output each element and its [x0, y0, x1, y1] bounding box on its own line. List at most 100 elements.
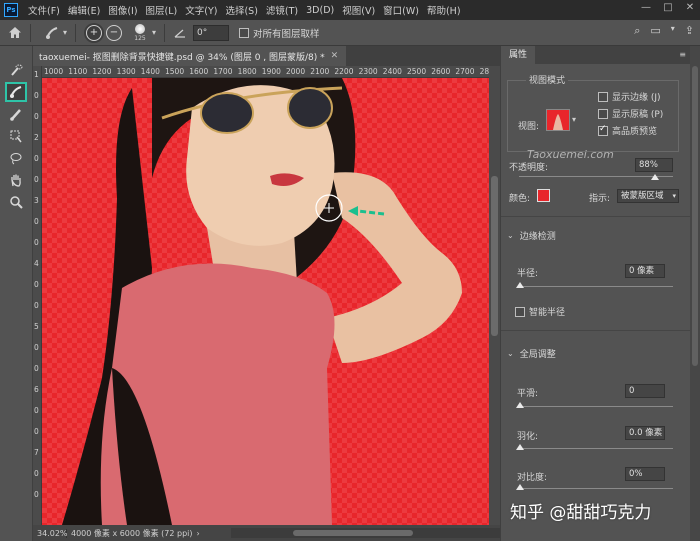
contrast-input[interactable]: 0% — [625, 467, 665, 481]
sample-all-layers-checkbox[interactable] — [239, 27, 249, 38]
edge-detection-section-header[interactable]: ⌄ 边缘检测 — [507, 229, 556, 242]
angle-input[interactable]: 0° — [193, 24, 229, 41]
workspace-icon[interactable]: ▭ — [650, 24, 660, 38]
document-title: taoxuemei- 抠图删除背景快捷键.psd @ 34% (图层 0 , 图… — [39, 52, 325, 63]
brush-tip-icon — [135, 23, 145, 34]
separator — [164, 23, 165, 42]
menu-3d[interactable]: 3D(D) — [302, 5, 338, 16]
home-icon[interactable] — [6, 24, 24, 42]
menu-view[interactable]: 视图(V) — [338, 3, 379, 17]
refine-edge-brush-preset-icon[interactable] — [43, 24, 61, 42]
share-icon[interactable]: ⇪ — [685, 24, 694, 38]
refine-edge-brush-tool-icon[interactable] — [5, 82, 27, 102]
menu-window[interactable]: 窗口(W) — [379, 3, 423, 17]
divider — [501, 330, 691, 331]
author-watermark: 知乎 @甜甜巧克力 — [510, 503, 652, 523]
expand-detection-area-button[interactable]: + — [86, 24, 102, 41]
feather-slider-knob[interactable] — [516, 444, 524, 450]
zoom-tool-icon[interactable] — [5, 192, 27, 212]
chevron-down-icon[interactable]: ▾ — [150, 24, 158, 42]
global-refinements-section-header[interactable]: ⌄ 全局调整 — [507, 347, 556, 360]
zoom-level[interactable]: 34.02% — [33, 528, 68, 538]
close-icon[interactable]: ✕ — [331, 51, 339, 61]
opacity-slider-knob[interactable] — [650, 174, 659, 180]
menu-type[interactable]: 文字(Y) — [181, 3, 221, 17]
ruler-tick-label: 2500 — [407, 67, 427, 76]
scrollbar-thumb[interactable] — [692, 66, 698, 366]
ruler-tick-label: 1700 — [213, 67, 233, 76]
chevron-down-icon: ⌄ — [507, 349, 514, 358]
restore-original-edge-button[interactable]: − — [106, 24, 122, 41]
feather-input[interactable]: 0.0 像素 — [625, 426, 665, 440]
ruler-tick-label: 3 — [34, 196, 39, 205]
show-edge-label: 显示边缘 (J) — [612, 93, 661, 103]
canvas-vertical-scrollbar[interactable] — [489, 66, 500, 525]
smooth-input[interactable]: 0 — [625, 384, 665, 398]
canvas-horizontal-scrollbar[interactable] — [231, 528, 501, 538]
ruler-tick-label: 0 — [34, 91, 39, 100]
menu-help[interactable]: 帮助(H) — [423, 3, 465, 17]
ruler-tick-label: 1000 — [44, 67, 64, 76]
horizontal-ruler: 1000 1100 1200 1300 1400 1500 1600 1700 1800 1900… — [42, 66, 489, 78]
edge-detection-title: 边缘检测 — [519, 232, 556, 242]
menu-edit[interactable]: 编辑(E) — [64, 3, 104, 17]
chevron-down-icon[interactable]: ▾ — [671, 24, 675, 38]
ruler-tick-label: 7 — [34, 448, 39, 457]
ruler-tick-label: 0 — [34, 112, 39, 121]
show-edge-checkbox[interactable] — [598, 92, 608, 102]
ruler-tick-label: 2700 — [455, 67, 475, 76]
show-original-checkbox[interactable] — [598, 109, 608, 119]
color-label: 颜色: — [509, 194, 531, 204]
overlay-color-swatch[interactable] — [537, 189, 550, 202]
ruler-tick-label: 0 — [34, 469, 39, 478]
menu-select[interactable]: 选择(S) — [221, 3, 261, 17]
smooth-slider-track[interactable] — [519, 406, 673, 407]
object-selection-tool-icon[interactable] — [5, 126, 27, 146]
minimize-button[interactable]: — — [640, 2, 652, 13]
chevron-down-icon[interactable]: ▾ — [61, 24, 69, 42]
maximize-button[interactable]: □ — [662, 2, 674, 13]
scrollbar-thumb[interactable] — [491, 176, 498, 336]
contrast-slider-track[interactable] — [519, 488, 673, 489]
brush-size-picker[interactable]: 125 — [130, 23, 150, 42]
high-quality-preview-checkbox[interactable] — [598, 124, 608, 136]
canvas[interactable] — [42, 78, 489, 525]
close-window-button[interactable]: ✕ — [684, 2, 696, 13]
panel-menu-icon[interactable]: ≡ — [679, 50, 686, 59]
global-refinements-title: 全局调整 — [519, 350, 556, 360]
scrollbar-thumb[interactable] — [293, 530, 413, 536]
document-info[interactable]: 4000 像素 x 6000 像素 (72 ppi) — [67, 528, 193, 539]
menu-layer[interactable]: 图层(L) — [142, 3, 182, 17]
ruler-tick-label: 2 — [34, 133, 39, 142]
contrast-slider-knob[interactable] — [516, 484, 524, 490]
indicate-select-value: 被蒙版区域 — [621, 191, 664, 201]
menu-filter[interactable]: 滤镜(T) — [262, 3, 302, 17]
show-original-label: 显示原稿 (P) — [612, 110, 664, 120]
radius-slider-track[interactable] — [519, 286, 673, 287]
feather-slider-track[interactable] — [519, 448, 673, 449]
smart-radius-checkbox[interactable] — [515, 307, 525, 317]
radius-slider-knob[interactable] — [516, 282, 524, 288]
indicate-select[interactable]: 被蒙版区域 ▾ — [617, 189, 679, 203]
ruler-tick-label: 2800 — [479, 67, 489, 76]
status-bar: 34.02% 4000 像素 x 6000 像素 (72 ppi) › — [33, 525, 501, 541]
quick-selection-tool-icon[interactable] — [5, 60, 27, 80]
opacity-input[interactable]: 88% — [635, 158, 673, 172]
smooth-slider-knob[interactable] — [516, 402, 524, 408]
menu-file[interactable]: 文件(F) — [24, 3, 64, 17]
menu-image[interactable]: 图像(I) — [104, 3, 141, 17]
brush-tool-icon[interactable] — [5, 104, 27, 124]
lasso-tool-icon[interactable] — [5, 148, 27, 168]
radius-input[interactable]: 0 像素 — [625, 264, 665, 278]
chevron-right-icon[interactable]: › — [197, 529, 200, 538]
photoshop-logo[interactable]: Ps — [4, 3, 18, 17]
site-watermark: Taoxuemei.com — [527, 148, 614, 161]
view-mode-thumbnail[interactable] — [546, 109, 570, 131]
panel-scrollbar[interactable] — [690, 46, 700, 541]
search-icon[interactable]: ⌕ — [634, 24, 640, 38]
document-tab[interactable]: taoxuemei- 抠图删除背景快捷键.psd @ 34% (图层 0 , 图… — [33, 46, 347, 66]
tab-properties[interactable]: 属性 — [501, 46, 536, 64]
radius-label: 半径: — [517, 269, 539, 279]
chevron-down-icon[interactable]: ▾ — [572, 115, 576, 124]
hand-tool-icon[interactable] — [5, 170, 27, 190]
